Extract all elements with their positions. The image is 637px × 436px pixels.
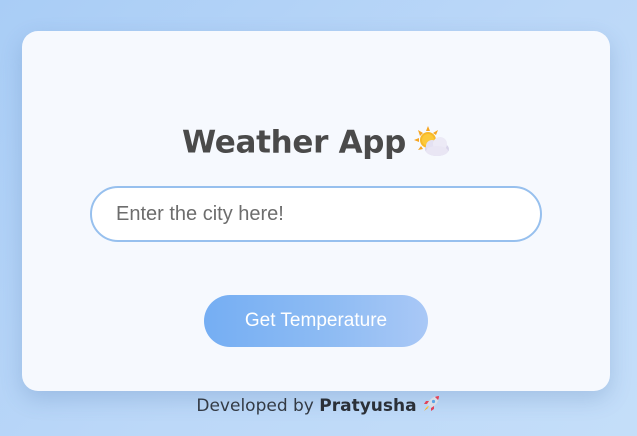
sun-behind-cloud-icon [414,125,450,159]
get-temperature-button[interactable]: Get Temperature [204,295,428,347]
app-title: Weather App [181,124,407,161]
rocket-icon [421,394,441,414]
footer-credit: Developed by Pratyusha [0,393,637,419]
footer-author: Pratyusha [319,396,417,416]
city-search-input[interactable] [90,186,542,242]
footer-prefix: Developed by [196,396,320,416]
weather-card: Weather App Get Temperature [22,31,610,391]
page-title: Weather App [22,119,610,165]
